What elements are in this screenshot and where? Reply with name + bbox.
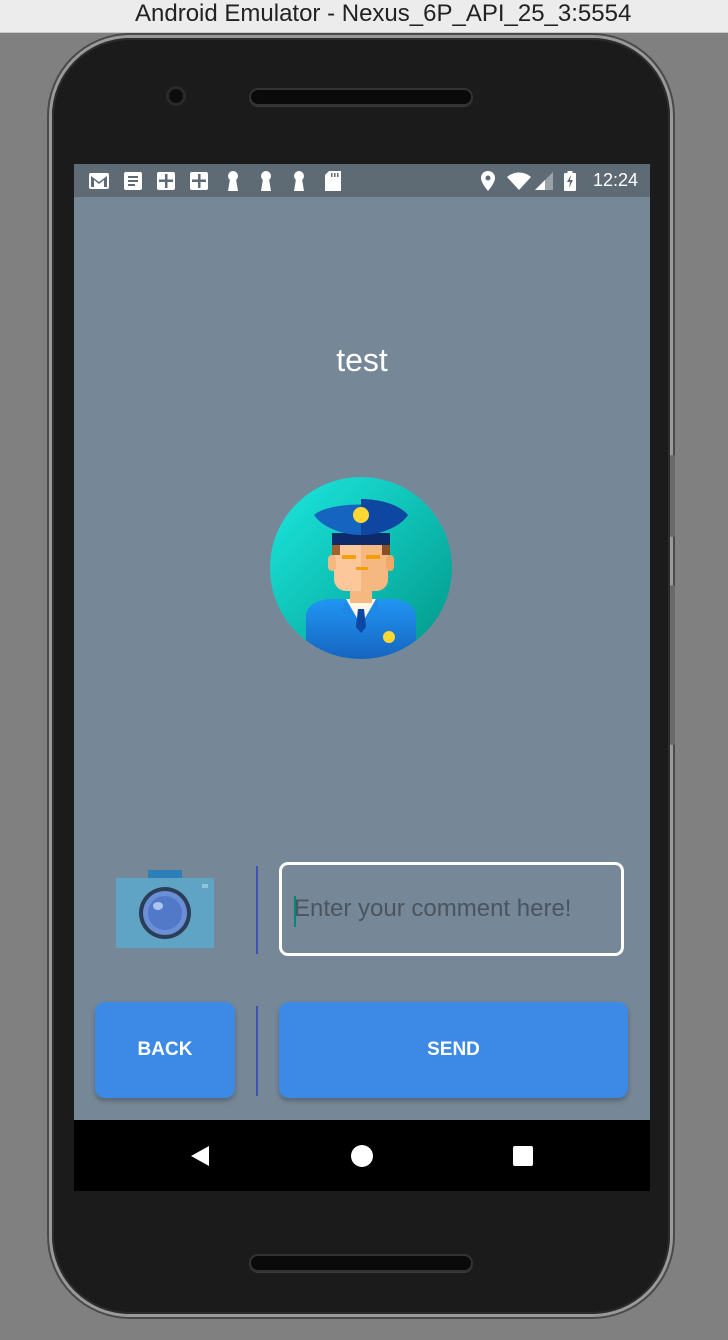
divider bbox=[256, 1006, 258, 1096]
keyhole-icon bbox=[224, 171, 242, 191]
camera-button[interactable] bbox=[114, 866, 216, 950]
emulator-title-bar: Android Emulator - Nexus_6P_API_25_3:555… bbox=[0, 0, 728, 33]
battery-charging-icon bbox=[562, 171, 578, 191]
page-title: test bbox=[336, 342, 388, 378]
sd-card-icon bbox=[323, 171, 343, 191]
recents-square-icon[interactable] bbox=[507, 1120, 539, 1191]
front-camera bbox=[166, 86, 186, 106]
volume-button[interactable] bbox=[670, 585, 675, 745]
back-triangle-icon[interactable] bbox=[184, 1120, 216, 1191]
divider bbox=[256, 866, 258, 954]
window-title: Android Emulator - Nexus_6P_API_25_3:555… bbox=[135, 0, 632, 27]
keyhole-icon bbox=[290, 171, 308, 191]
status-bar: 12:24 bbox=[74, 164, 650, 197]
signal-icon bbox=[534, 172, 554, 190]
location-icon bbox=[478, 171, 498, 191]
keyhole-icon bbox=[257, 171, 275, 191]
power-button[interactable] bbox=[670, 455, 675, 537]
wifi-icon bbox=[506, 172, 532, 190]
comment-input[interactable] bbox=[294, 865, 614, 953]
device-screen: 12:24 test Enter your comment here! BACK… bbox=[74, 164, 650, 1191]
police-officer-avatar-icon bbox=[270, 477, 452, 659]
top-speaker bbox=[249, 88, 473, 106]
back-button[interactable]: BACK bbox=[95, 1002, 235, 1098]
status-time: 12:24 bbox=[592, 170, 638, 190]
document-icon bbox=[122, 172, 144, 190]
plus-square-icon bbox=[188, 172, 210, 190]
home-circle-icon[interactable] bbox=[346, 1120, 378, 1191]
plus-square-icon bbox=[155, 172, 177, 190]
bottom-speaker bbox=[249, 1254, 473, 1272]
gmail-icon bbox=[88, 172, 110, 190]
navigation-bar bbox=[74, 1120, 650, 1191]
send-button[interactable]: SEND bbox=[279, 1002, 628, 1098]
comment-field-container bbox=[279, 862, 624, 956]
